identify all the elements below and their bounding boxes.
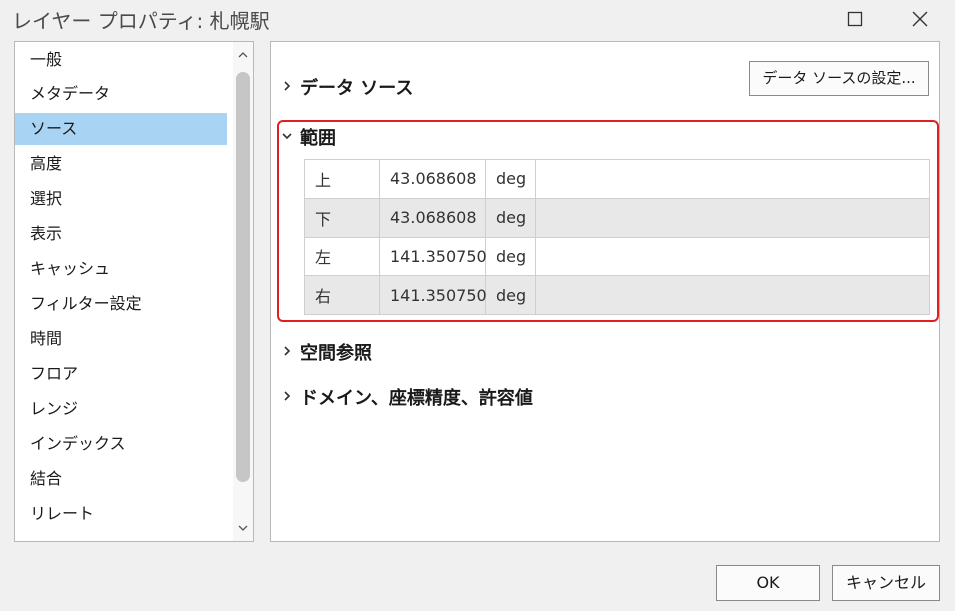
close-icon bbox=[912, 11, 928, 27]
ok-button[interactable]: OK bbox=[716, 565, 820, 601]
extent-label: 下 bbox=[304, 197, 380, 238]
extent-value: 141.350750 bbox=[379, 236, 487, 277]
sidebar-item-display[interactable]: 表示 bbox=[15, 218, 227, 250]
extent-unit: deg bbox=[485, 236, 536, 277]
extent-unit: deg bbox=[485, 159, 536, 199]
close-button[interactable] bbox=[905, 4, 935, 34]
sidebar-item-joins[interactable]: 結合 bbox=[15, 463, 227, 495]
table-row: 下 43.068608 deg bbox=[304, 197, 930, 238]
sidebar-item-selection[interactable]: 選択 bbox=[15, 183, 227, 215]
window-title: レイヤー プロパティ: 札幌駅 bbox=[12, 9, 270, 33]
extent-value: 43.068608 bbox=[379, 197, 486, 238]
sidebar-item-time[interactable]: 時間 bbox=[15, 323, 227, 355]
chevron-down-icon[interactable] bbox=[236, 521, 250, 535]
chevron-right-icon bbox=[284, 346, 291, 356]
sidebar-item-metadata[interactable]: メタデータ bbox=[15, 78, 227, 110]
sidebar-scrollbar[interactable] bbox=[233, 42, 253, 541]
sidebar-item-floor[interactable]: フロア bbox=[15, 358, 227, 390]
extent-table: 上 43.068608 deg 下 43.068608 deg 左 141.35… bbox=[304, 159, 930, 315]
sidebar-item-range[interactable]: レンジ bbox=[15, 393, 227, 425]
table-row: 上 43.068608 deg bbox=[304, 159, 930, 199]
section-title: データ ソース bbox=[300, 78, 414, 99]
chevron-up-icon[interactable] bbox=[236, 48, 250, 62]
chevron-down-icon bbox=[282, 133, 292, 140]
sidebar: 一般 メタデータ ソース 高度 選択 表示 キャッシュ フィルター設定 時間 フ… bbox=[14, 41, 254, 542]
extent-unit: deg bbox=[485, 275, 536, 315]
table-row: 左 141.350750 deg bbox=[304, 236, 930, 277]
chevron-right-icon bbox=[284, 81, 291, 91]
extent-label: 左 bbox=[304, 236, 380, 277]
maximize-button[interactable] bbox=[840, 4, 870, 34]
extent-empty-cell bbox=[535, 275, 930, 315]
sidebar-item-elevation[interactable]: 高度 bbox=[15, 148, 227, 180]
cancel-button[interactable]: キャンセル bbox=[832, 565, 940, 601]
main-panel: データ ソース データ ソースの設定... 範囲 上 43.068608 deg… bbox=[270, 41, 940, 542]
extent-unit: deg bbox=[485, 197, 536, 238]
extent-empty-cell bbox=[535, 197, 930, 238]
table-row: 右 141.350750 deg bbox=[304, 275, 930, 315]
title-bar: レイヤー プロパティ: 札幌駅 bbox=[0, 0, 955, 38]
extent-value: 43.068608 bbox=[379, 159, 486, 199]
sidebar-item-filter[interactable]: フィルター設定 bbox=[15, 288, 227, 320]
section-title: ドメイン、座標精度、許容値 bbox=[300, 388, 533, 409]
maximize-icon bbox=[847, 11, 863, 27]
sidebar-item-source[interactable]: ソース bbox=[15, 113, 227, 145]
sidebar-item-relates[interactable]: リレート bbox=[15, 498, 227, 530]
sidebar-item-cache[interactable]: キャッシュ bbox=[15, 253, 227, 285]
section-title: 範囲 bbox=[300, 128, 336, 149]
extent-empty-cell bbox=[535, 236, 930, 277]
section-title: 空間参照 bbox=[300, 343, 372, 364]
extent-label: 上 bbox=[304, 159, 380, 199]
scrollbar-thumb[interactable] bbox=[236, 72, 250, 482]
extent-empty-cell bbox=[535, 159, 930, 199]
sidebar-item-general[interactable]: 一般 bbox=[15, 44, 227, 76]
extent-value: 141.350750 bbox=[379, 275, 487, 315]
set-data-source-button[interactable]: データ ソースの設定... bbox=[749, 61, 929, 96]
sidebar-item-indexes[interactable]: インデックス bbox=[15, 428, 227, 460]
extent-label: 右 bbox=[304, 275, 380, 315]
chevron-right-icon bbox=[284, 391, 291, 401]
